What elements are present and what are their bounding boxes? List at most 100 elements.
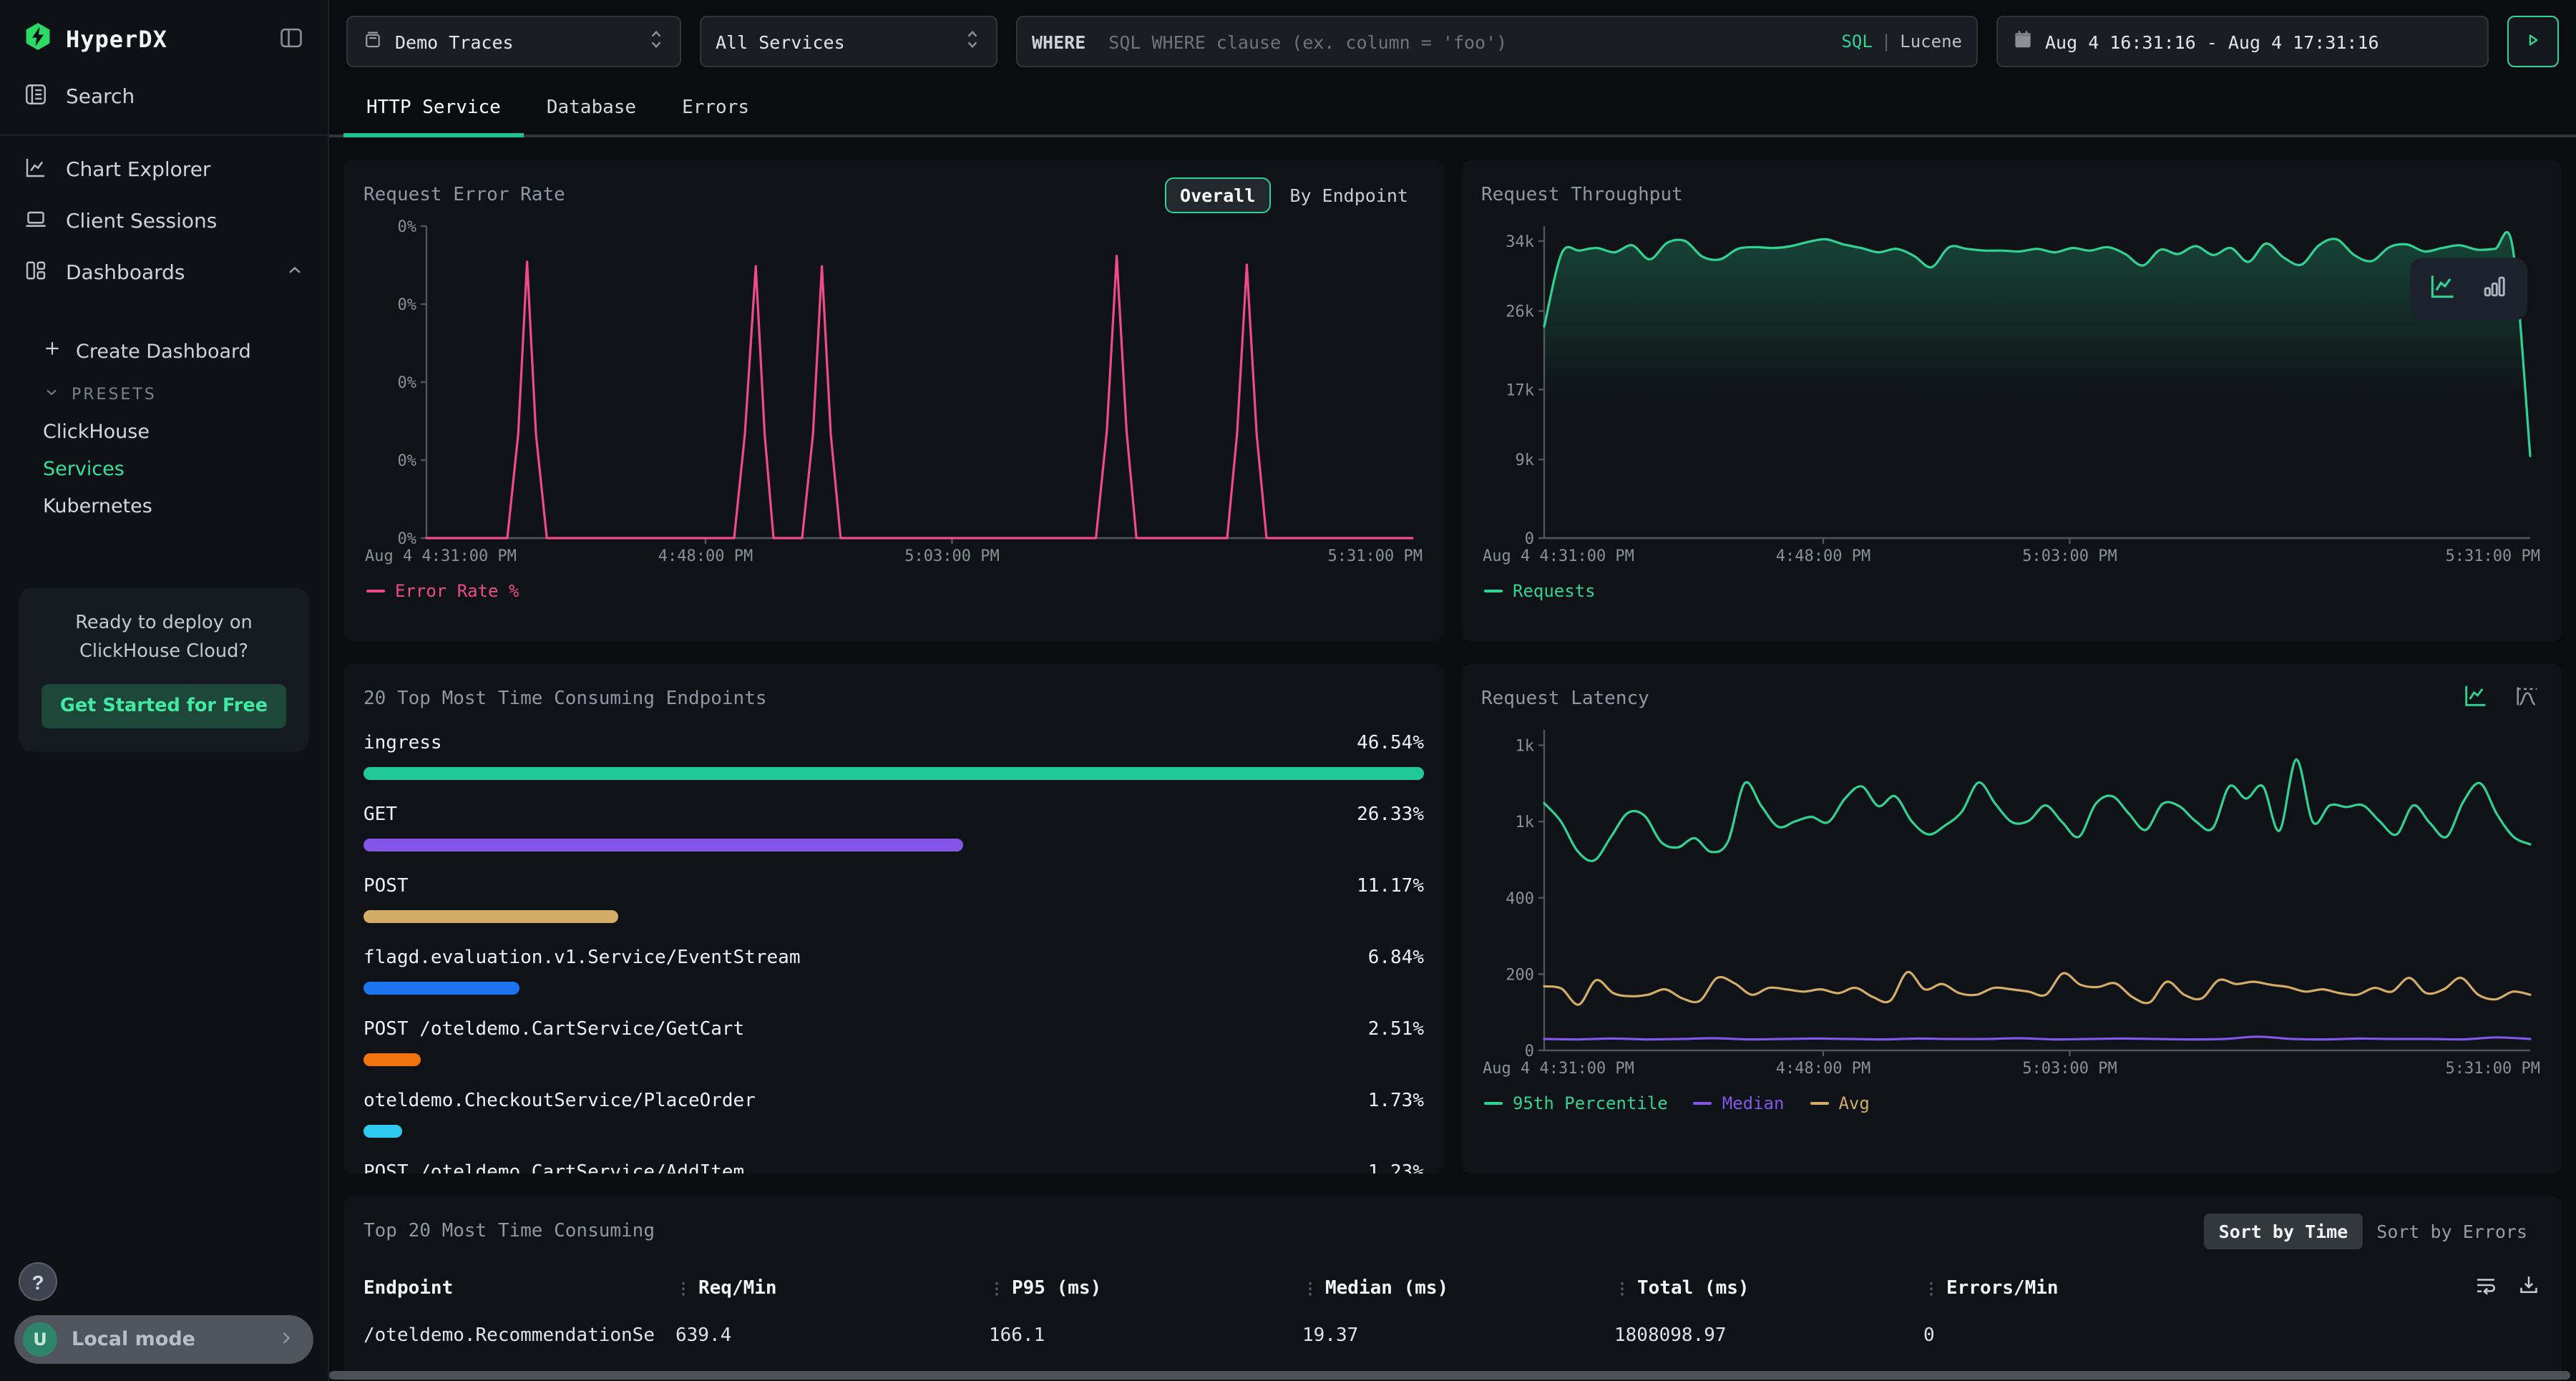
lucene-mode-option[interactable]: Lucene <box>1900 31 1962 52</box>
column-header-p95-ms[interactable]: ⋮P95 (ms) <box>989 1277 1302 1299</box>
select-chevrons-icon <box>963 27 982 56</box>
tab-errors[interactable]: Errors <box>659 84 772 135</box>
svg-text:1k: 1k <box>1516 814 1535 831</box>
legend-item[interactable]: Requests <box>1484 581 1596 601</box>
sidebar-item-chart-explorer[interactable]: Chart Explorer <box>0 145 328 196</box>
sort-by-time-button[interactable]: Sort by Time <box>2205 1214 2363 1249</box>
legend-label: 95th Percentile <box>1513 1093 1668 1113</box>
create-dashboard-label: Create Dashboard <box>76 340 251 363</box>
svg-text:1k: 1k <box>1516 738 1535 756</box>
language-separator: | <box>1881 31 1891 52</box>
error-rate-chart[interactable]: 0%0%0%0%0%Aug 4 4:31:00 PM4:48:00 PM5:03… <box>364 215 1424 572</box>
main-content: Demo Traces All Services WHERE SQL | Luc… <box>329 0 2576 1381</box>
legend-label: Error Rate % <box>395 581 519 601</box>
query-language-toggle[interactable]: SQL | Lucene <box>1841 31 1962 52</box>
tab-database[interactable]: Database <box>524 84 659 135</box>
sidebar-item-client-sessions[interactable]: Client Sessions <box>0 196 328 248</box>
column-drag-handle[interactable]: ⋮ <box>989 1279 1003 1297</box>
endpoint-row[interactable]: GET26.33% <box>364 796 1424 851</box>
sidebar-collapse-button[interactable] <box>278 24 305 55</box>
table-sort-toggle: Sort by Time Sort by Errors <box>2205 1214 2542 1249</box>
sql-mode-option[interactable]: SQL <box>1841 31 1872 52</box>
by-endpoint-toggle-button[interactable]: By Endpoint <box>1274 177 1424 213</box>
create-dashboard-button[interactable]: Create Dashboard <box>0 331 328 372</box>
legend-swatch <box>1484 590 1503 592</box>
overall-toggle-button[interactable]: Overall <box>1164 177 1271 213</box>
svg-text:400: 400 <box>1506 890 1534 908</box>
clickhouse-cloud-promo: Ready to deploy on ClickHouse Cloud? Get… <box>19 588 309 751</box>
endpoint-row[interactable]: POST /oteldemo.CartService/AddItem1.23% <box>364 1153 1424 1173</box>
get-started-button[interactable]: Get Started for Free <box>42 683 286 728</box>
endpoint-label: oteldemo.CheckoutService/PlaceOrder <box>364 1090 756 1112</box>
tab-http-service[interactable]: HTTP Service <box>343 84 524 135</box>
dashboards-icon <box>23 258 49 289</box>
column-header-errors-min[interactable]: ⋮Errors/Min <box>1923 1272 2542 1304</box>
latency-chart[interactable]: 02004001k1kAug 4 4:31:00 PM4:48:00 PM5:0… <box>1481 718 2542 1085</box>
endpoint-row[interactable]: POST11.17% <box>364 867 1424 923</box>
horizontal-scrollbar[interactable] <box>329 1371 2570 1380</box>
sidebar-item-search[interactable]: Search <box>0 72 328 123</box>
line-chart-icon[interactable] <box>2462 681 2490 716</box>
endpoint-row[interactable]: flagd.evaluation.v1.Service/EventStream6… <box>364 939 1424 995</box>
table-row[interactable]: /oteldemo.RecommendationServ639.4166.119… <box>364 1325 2542 1347</box>
search-input[interactable] <box>1108 31 1830 52</box>
column-header-endpoint[interactable]: Endpoint <box>364 1277 675 1299</box>
endpoint-row[interactable]: ingress46.54% <box>364 724 1424 780</box>
table-cell: /oteldemo.RecommendationServ <box>364 1325 657 1347</box>
download-icon[interactable] <box>2516 1272 2542 1304</box>
hyperdx-logo-icon <box>23 21 53 57</box>
panel-title: Request Error Rate <box>364 184 565 205</box>
bar-chart-icon[interactable] <box>2479 270 2510 308</box>
sidebar-preset-services[interactable]: Services <box>0 451 328 488</box>
column-drag-handle[interactable]: ⋮ <box>1923 1279 1938 1297</box>
chart-type-toolbar <box>2410 258 2527 321</box>
panel-title: Request Throughput <box>1481 184 1683 205</box>
app-window: HyperDX Search <box>0 0 2576 1381</box>
column-header-req-min[interactable]: ⋮Req/Min <box>675 1277 989 1299</box>
presets-toggle[interactable]: PRESETS <box>0 372 328 414</box>
column-drag-handle[interactable]: ⋮ <box>1614 1279 1629 1297</box>
column-drag-handle[interactable]: ⋮ <box>675 1279 690 1297</box>
column-header-total-ms[interactable]: ⋮Total (ms) <box>1614 1277 1923 1299</box>
table-cell: 639.4 <box>675 1325 989 1347</box>
svg-text:4:48:00 PM: 4:48:00 PM <box>658 547 753 565</box>
svg-text:4:48:00 PM: 4:48:00 PM <box>1776 1060 1870 1078</box>
user-menu[interactable]: U Local mode <box>14 1315 313 1364</box>
column-drag-handle[interactable]: ⋮ <box>1302 1279 1317 1297</box>
run-query-button[interactable] <box>2507 16 2559 67</box>
where-badge: WHERE <box>1032 31 1085 52</box>
help-button[interactable]: ? <box>19 1262 57 1301</box>
wrap-lines-icon[interactable] <box>2473 1272 2499 1304</box>
legend-item[interactable]: Avg <box>1810 1093 1869 1113</box>
endpoint-label: flagd.evaluation.v1.Service/EventStream <box>364 947 801 969</box>
svg-text:0: 0 <box>1525 530 1534 548</box>
svg-text:34k: 34k <box>1506 233 1534 251</box>
time-range-picker[interactable]: Aug 4 16:31:16 - Aug 4 17:31:16 <box>1996 16 2489 67</box>
histogram-icon[interactable] <box>2513 681 2542 716</box>
column-header-median-ms[interactable]: ⋮Median (ms) <box>1302 1277 1614 1299</box>
panel-title: Request Latency <box>1481 688 1649 709</box>
svg-text:0%: 0% <box>398 530 417 548</box>
legend-item[interactable]: Median <box>1694 1093 1785 1113</box>
play-icon <box>2523 29 2543 54</box>
sidebar-preset-kubernetes[interactable]: Kubernetes <box>0 488 328 525</box>
search-icon <box>23 82 49 113</box>
app-logo[interactable]: HyperDX <box>0 0 328 72</box>
endpoint-row[interactable]: POST /oteldemo.CartService/GetCart2.51% <box>364 1010 1424 1066</box>
presets-label: PRESETS <box>72 385 157 404</box>
legend-item[interactable]: Error Rate % <box>366 581 519 601</box>
legend-item[interactable]: 95th Percentile <box>1484 1093 1668 1113</box>
source-select[interactable]: Demo Traces <box>346 16 681 67</box>
service-select[interactable]: All Services <box>700 16 997 67</box>
endpoint-label: POST <box>364 876 409 897</box>
sort-by-errors-button[interactable]: Sort by Errors <box>2362 1214 2542 1249</box>
sidebar-item-dashboards[interactable]: Dashboards <box>0 248 328 299</box>
endpoint-row[interactable]: oteldemo.CheckoutService/PlaceOrder1.73% <box>364 1082 1424 1138</box>
line-chart-icon[interactable] <box>2427 270 2459 308</box>
plus-icon <box>43 339 62 363</box>
sidebar-preset-clickhouse[interactable]: ClickHouse <box>0 414 328 451</box>
endpoints-list: ingress46.54% GET26.33% POST11.17% flagd.ev… <box>364 724 1424 1173</box>
where-clause-input-group[interactable]: WHERE SQL | Lucene <box>1016 16 1978 67</box>
panel-title: 20 Top Most Time Consuming Endpoints <box>364 688 767 709</box>
throughput-chart[interactable]: 09k17k26k34kAug 4 4:31:00 PM4:48:00 PM5:… <box>1481 215 2542 572</box>
